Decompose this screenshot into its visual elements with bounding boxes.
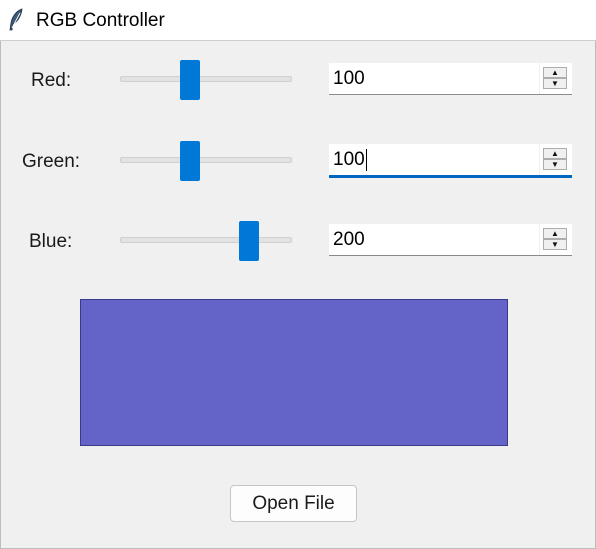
title-bar: RGB Controller — [0, 0, 596, 41]
green-label: Green: — [22, 151, 81, 172]
feather-icon — [9, 8, 23, 31]
red-increment-button[interactable]: ▲ — [543, 67, 567, 78]
red-spinbox[interactable]: ▲ ▼ — [329, 63, 572, 97]
green-input-underline — [329, 175, 572, 178]
red-decrement-button[interactable]: ▼ — [543, 78, 567, 89]
main-panel — [0, 41, 596, 549]
green-slider-thumb[interactable] — [179, 141, 200, 181]
blue-increment-button[interactable]: ▲ — [543, 228, 567, 239]
red-slider-track[interactable] — [120, 76, 292, 82]
red-value-input[interactable] — [329, 63, 539, 94]
blue-value-input[interactable] — [329, 224, 539, 255]
red-label: Red: — [31, 70, 72, 91]
blue-label: Blue: — [29, 231, 73, 252]
window-title: RGB Controller — [36, 10, 165, 31]
red-input-underline — [329, 94, 572, 95]
green-slider-track[interactable] — [120, 157, 292, 163]
red-slider-thumb[interactable] — [179, 60, 200, 100]
open-file-button[interactable]: Open File — [230, 485, 357, 522]
text-caret — [366, 149, 367, 171]
green-spin-buttons[interactable]: ▲ ▼ — [540, 144, 572, 175]
blue-slider[interactable] — [120, 221, 292, 261]
color-preview — [80, 299, 508, 446]
red-spin-buttons[interactable]: ▲ ▼ — [540, 63, 572, 94]
blue-input-underline — [329, 255, 572, 256]
blue-slider-track[interactable] — [120, 237, 292, 243]
blue-decrement-button[interactable]: ▼ — [543, 239, 567, 250]
green-decrement-button[interactable]: ▼ — [543, 159, 567, 170]
green-increment-button[interactable]: ▲ — [543, 148, 567, 159]
blue-spinbox[interactable]: ▲ ▼ — [329, 224, 572, 258]
green-slider[interactable] — [120, 141, 292, 181]
blue-spin-buttons[interactable]: ▲ ▼ — [540, 224, 572, 255]
green-spinbox[interactable]: ▲ ▼ — [329, 144, 572, 178]
blue-slider-thumb[interactable] — [239, 221, 260, 261]
green-value-input[interactable] — [329, 144, 539, 175]
red-slider[interactable] — [120, 60, 292, 100]
